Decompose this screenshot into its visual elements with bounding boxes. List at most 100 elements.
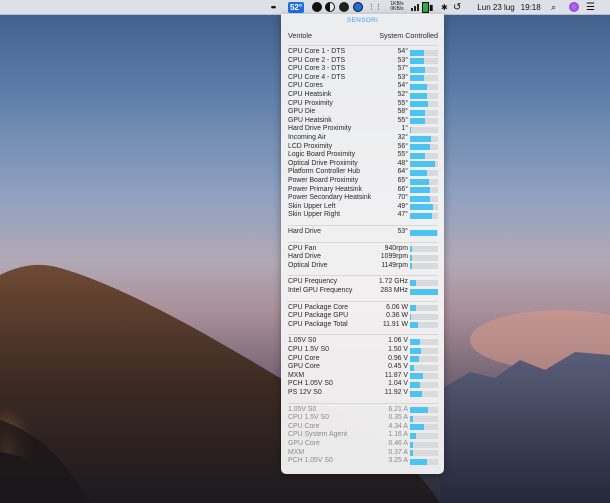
sensor-label: CPU Core 4 - DTS [288, 73, 346, 81]
theme-icon[interactable] [325, 0, 335, 14]
sensor-row: CPU Proximity 55° [288, 100, 438, 109]
sensor-label: CPU Cores [288, 82, 323, 90]
sensor-level-fill [410, 432, 416, 439]
sensor-label: PS 12V S0 [288, 389, 322, 396]
sensor-level-bar [410, 83, 438, 90]
sensor-row: Optical Drive Proximity 48° [288, 160, 438, 169]
sensor-label: GPU Core [288, 440, 320, 447]
fan-control-row[interactable]: Ventole System Controlled [288, 31, 438, 40]
popup-title: SENSORI [346, 17, 379, 24]
sensor-row: MXM 0.37 A [288, 449, 438, 458]
sensor-level-bar [410, 338, 438, 345]
sensor-level-bar [410, 373, 438, 380]
sensor-label: GPU Heatsink [288, 116, 332, 124]
sensor-row: CPU Package Total 11.91 W [288, 321, 438, 330]
sensor-level-fill [410, 364, 415, 371]
sensor-label: Optical Drive Proximity [288, 159, 358, 167]
signal-icon[interactable] [411, 0, 419, 14]
sensor-level-fill [410, 246, 412, 253]
timemachine-icon[interactable]: ↺ [453, 0, 461, 14]
sensor-row: CPU Core 2 - DTS 53° [288, 57, 438, 66]
sensor-level-bar [410, 356, 438, 363]
sensor-level-bar [410, 49, 438, 56]
sensor-level-bar [410, 364, 438, 371]
sensor-value: 0.36 W [386, 312, 408, 320]
sensor-level-fill [410, 254, 412, 261]
sensor-level-bar [410, 75, 438, 82]
sensor-value: 56° [397, 142, 408, 150]
fan-mode[interactable]: System Controlled [379, 31, 438, 40]
sensor-label: Power Secondary Heatsink [288, 194, 372, 202]
sensor-value: 53° [397, 228, 408, 235]
sensor-level-fill [410, 135, 431, 142]
sensor-label: Skin Upper Left [288, 202, 336, 210]
sensor-level-bar [410, 279, 438, 286]
sensors-popup: SENSORI Ventole System Controlled CPU Co… [281, 14, 444, 474]
disk-icon[interactable] [339, 0, 349, 14]
sensor-value: 32° [397, 134, 408, 141]
sensor-level-bar [410, 305, 438, 312]
sensor-level-fill [410, 441, 413, 448]
network-icon[interactable]: 1KB/s 0KB/s [386, 0, 408, 14]
battery-icon[interactable] [422, 0, 429, 14]
sensor-level-bar [410, 144, 438, 151]
net-download: 0KB/s [390, 6, 404, 12]
sensor-level-fill [410, 381, 420, 388]
sensor-row: Hard Drive 1099rpm [288, 253, 438, 262]
sensor-level-fill [410, 195, 430, 202]
sensor-level-bar [410, 432, 438, 439]
sensor-value: 58° [397, 108, 408, 116]
sensor-value: 283 MHz [380, 287, 408, 294]
sensor-level-bar [410, 288, 438, 295]
sensor-label: 1.05V S0 [288, 405, 317, 413]
clock-icon[interactable] [312, 0, 322, 14]
sensor-row: Incoming Air 32° [288, 134, 438, 143]
sensor-label: CPU Core 3 - DTS [288, 65, 346, 73]
sensor-row: CPU Package GPU 0.36 W [288, 312, 438, 321]
date-time[interactable]: Lun 23 lug 19:18 [474, 0, 544, 14]
sensor-level-fill [410, 92, 427, 99]
sensor-value: 940rpm [384, 244, 408, 252]
sensor-level-fill [410, 118, 425, 125]
sensor-level-bar [410, 381, 438, 388]
sensor-level-bar [410, 229, 438, 236]
sensor-level-bar [410, 347, 438, 354]
sensor-level-fill [410, 373, 423, 380]
sensor-row: CPU Core 0.96 V [288, 355, 438, 364]
siri-icon[interactable] [569, 0, 579, 14]
temperature-badge[interactable]: 52° [284, 0, 308, 14]
sensor-label: Hard Drive [288, 253, 321, 261]
sensor-value: 11.92 V [384, 389, 408, 396]
sensor-level-fill [410, 144, 430, 151]
group-separator [288, 225, 438, 226]
sensor-level-bar [410, 135, 438, 142]
sensor-level-fill [410, 347, 422, 354]
sensor-label: CPU System Agent [288, 431, 347, 439]
sensor-value: 1149rpm [381, 261, 408, 269]
sensor-level-bar [410, 178, 438, 185]
sensor-value: 1° [401, 125, 408, 133]
sensor-row: Platform Controller Hub 64° [288, 168, 438, 177]
more-icon[interactable]: •• [266, 0, 280, 14]
memory-icon[interactable]: ▮ [429, 0, 433, 14]
sensor-row: GPU Core 0.46 A [288, 440, 438, 449]
sensor-level-fill [410, 161, 436, 168]
sensor-value: 6.06 W [386, 303, 408, 311]
sensor-level-fill [410, 75, 424, 82]
notifications-icon[interactable]: ☰ [586, 0, 595, 14]
sensor-label: CPU Package GPU [288, 312, 349, 320]
date-text: Lun 23 lug [477, 2, 515, 12]
sensor-label: Skin Upper Right [288, 211, 341, 219]
search-icon[interactable]: ⌕ [551, 0, 556, 14]
globe-icon[interactable] [353, 0, 363, 14]
sensor-row: CPU 1.5V S0 0.35 A [288, 414, 438, 423]
sensor-value: 70° [397, 194, 408, 202]
sensor-level-fill [410, 313, 412, 320]
sensor-level-fill [410, 279, 416, 286]
bluetooth-icon[interactable]: ✱ [441, 0, 448, 14]
group-separator [288, 241, 438, 243]
sensor-level-fill [410, 109, 426, 116]
sensor-row: PS 12V S0 11.92 V [288, 389, 438, 398]
sensor-level-fill [410, 305, 416, 312]
cpu-icon[interactable]: ⋮⋮ [368, 0, 382, 14]
